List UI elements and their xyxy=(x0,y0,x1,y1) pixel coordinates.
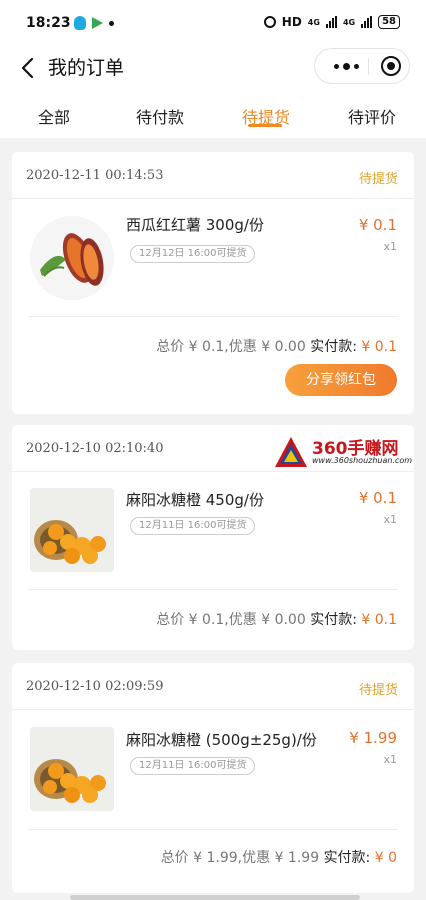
pickup-time-badge: 12月12日 16:00可提货 xyxy=(130,245,256,263)
product-image-oranges[interactable] xyxy=(30,727,114,811)
alarm-icon xyxy=(263,16,276,28)
product-image-sweet-potato[interactable] xyxy=(30,216,114,300)
order-summary: 总价 ¥ 0.1,优惠 ¥ 0.00 实付款: ¥ 0.1 xyxy=(156,609,397,629)
oranges-icon xyxy=(30,488,114,572)
summary-price-discount: 总价 ¥ 0.1,优惠 ¥ 0.00 xyxy=(156,339,306,355)
card-divider xyxy=(28,316,398,317)
mini-program-capsule xyxy=(314,48,410,84)
product-quantity: x1 xyxy=(383,240,397,253)
paid-label: 实付款: xyxy=(310,612,357,628)
watermark: 360手赚网 www.360shouzhuan.com xyxy=(274,434,426,470)
product-quantity: x1 xyxy=(383,753,397,766)
product-image-oranges[interactable] xyxy=(30,488,114,572)
page-title: 我的订单 xyxy=(48,57,125,79)
notification-icons xyxy=(74,16,114,30)
order-header: 2020-12-11 00:14:53 待提货 xyxy=(12,152,414,199)
order-summary: 总价 ¥ 0.1,优惠 ¥ 0.00 实付款: ¥ 0.1 xyxy=(156,336,397,356)
order-summary: 总价 ¥ 1.99,优惠 ¥ 1.99 实付款: ¥ 0 xyxy=(161,847,397,867)
product-name: 麻阳冰糖橙 450g/份 xyxy=(126,491,264,509)
watermark-url: www.360shouzhuan.com xyxy=(312,456,413,465)
order-card[interactable]: 2020-12-10 02:09:59 待提货 麻阳冰糖橙 (500g±25g)… xyxy=(12,663,414,893)
sweet-potato-icon xyxy=(30,216,114,300)
card-divider xyxy=(28,589,398,590)
network-label-1: 4G xyxy=(307,17,320,27)
product-name: 西瓜红红薯 300g/份 xyxy=(126,216,264,234)
pickup-time-badge: 12月11日 16:00可提货 xyxy=(130,757,256,775)
summary-price-discount: 总价 ¥ 0.1,优惠 ¥ 0.00 xyxy=(156,612,306,628)
active-tab-indicator xyxy=(248,124,282,127)
product-price: ¥ 0.1 xyxy=(358,489,397,507)
more-notifications-icon xyxy=(109,20,114,26)
battery-icon: 58 xyxy=(378,15,400,29)
back-arrow-icon[interactable] xyxy=(18,54,40,82)
system-status: HD 4G 4G 58 xyxy=(263,15,400,29)
order-status: 待提货 xyxy=(358,172,398,187)
paid-amount: ¥ 0 xyxy=(374,850,397,866)
network-label-2: 4G xyxy=(342,17,356,27)
summary-price-discount: 总价 ¥ 1.99,优惠 ¥ 1.99 xyxy=(160,850,320,866)
tab-all[interactable]: 全部 xyxy=(14,104,94,128)
paid-amount: ¥ 0.1 xyxy=(361,612,397,628)
pickup-time-badge: 12月11日 16:00可提货 xyxy=(130,517,256,535)
product-price: ¥ 1.99 xyxy=(349,729,397,747)
order-date: 2020-12-11 00:14:53 xyxy=(26,168,164,183)
order-date: 2020-12-10 02:09:59 xyxy=(26,679,164,694)
order-tabs: 全部 待付款 待提货 待评价 xyxy=(0,90,426,138)
signal-icon-1 xyxy=(325,16,337,28)
oranges-icon xyxy=(30,727,114,811)
watermark-logo-icon xyxy=(275,437,307,467)
order-date: 2020-12-10 02:10:40 xyxy=(26,441,164,456)
status-time: 18:23 xyxy=(26,15,71,31)
product-name: 麻阳冰糖橙 (500g±25g)/份 xyxy=(126,731,317,749)
signal-icon-2 xyxy=(361,16,373,28)
product-price: ¥ 0.1 xyxy=(358,216,397,234)
share-red-packet-button[interactable]: 分享领红包 xyxy=(285,364,397,396)
qq-icon xyxy=(74,16,86,30)
bottom-scroll-indicator xyxy=(70,895,360,900)
order-header: 2020-12-10 02:09:59 待提货 xyxy=(12,663,414,710)
more-menu-icon[interactable] xyxy=(329,49,363,83)
capsule-divider xyxy=(368,58,369,75)
tab-pending-payment[interactable]: 待付款 xyxy=(120,104,200,128)
paid-label: 实付款: xyxy=(323,850,371,866)
card-divider xyxy=(28,829,398,830)
product-quantity: x1 xyxy=(383,513,397,526)
close-target-icon[interactable] xyxy=(381,56,401,76)
hd-label: HD xyxy=(281,15,302,29)
order-card[interactable]: 2020-12-11 00:14:53 待提货 西瓜红红薯 300g/份 12月… xyxy=(12,152,414,414)
status-bar: 18:23 HD 4G 4G 58 xyxy=(0,0,426,46)
video-app-icon xyxy=(92,17,103,29)
paid-label: 实付款: xyxy=(310,339,357,355)
order-status: 待提货 xyxy=(358,683,398,698)
tab-pending-review[interactable]: 待评价 xyxy=(332,104,412,128)
paid-amount: ¥ 0.1 xyxy=(361,339,397,355)
page-header: 我的订单 xyxy=(0,46,426,90)
